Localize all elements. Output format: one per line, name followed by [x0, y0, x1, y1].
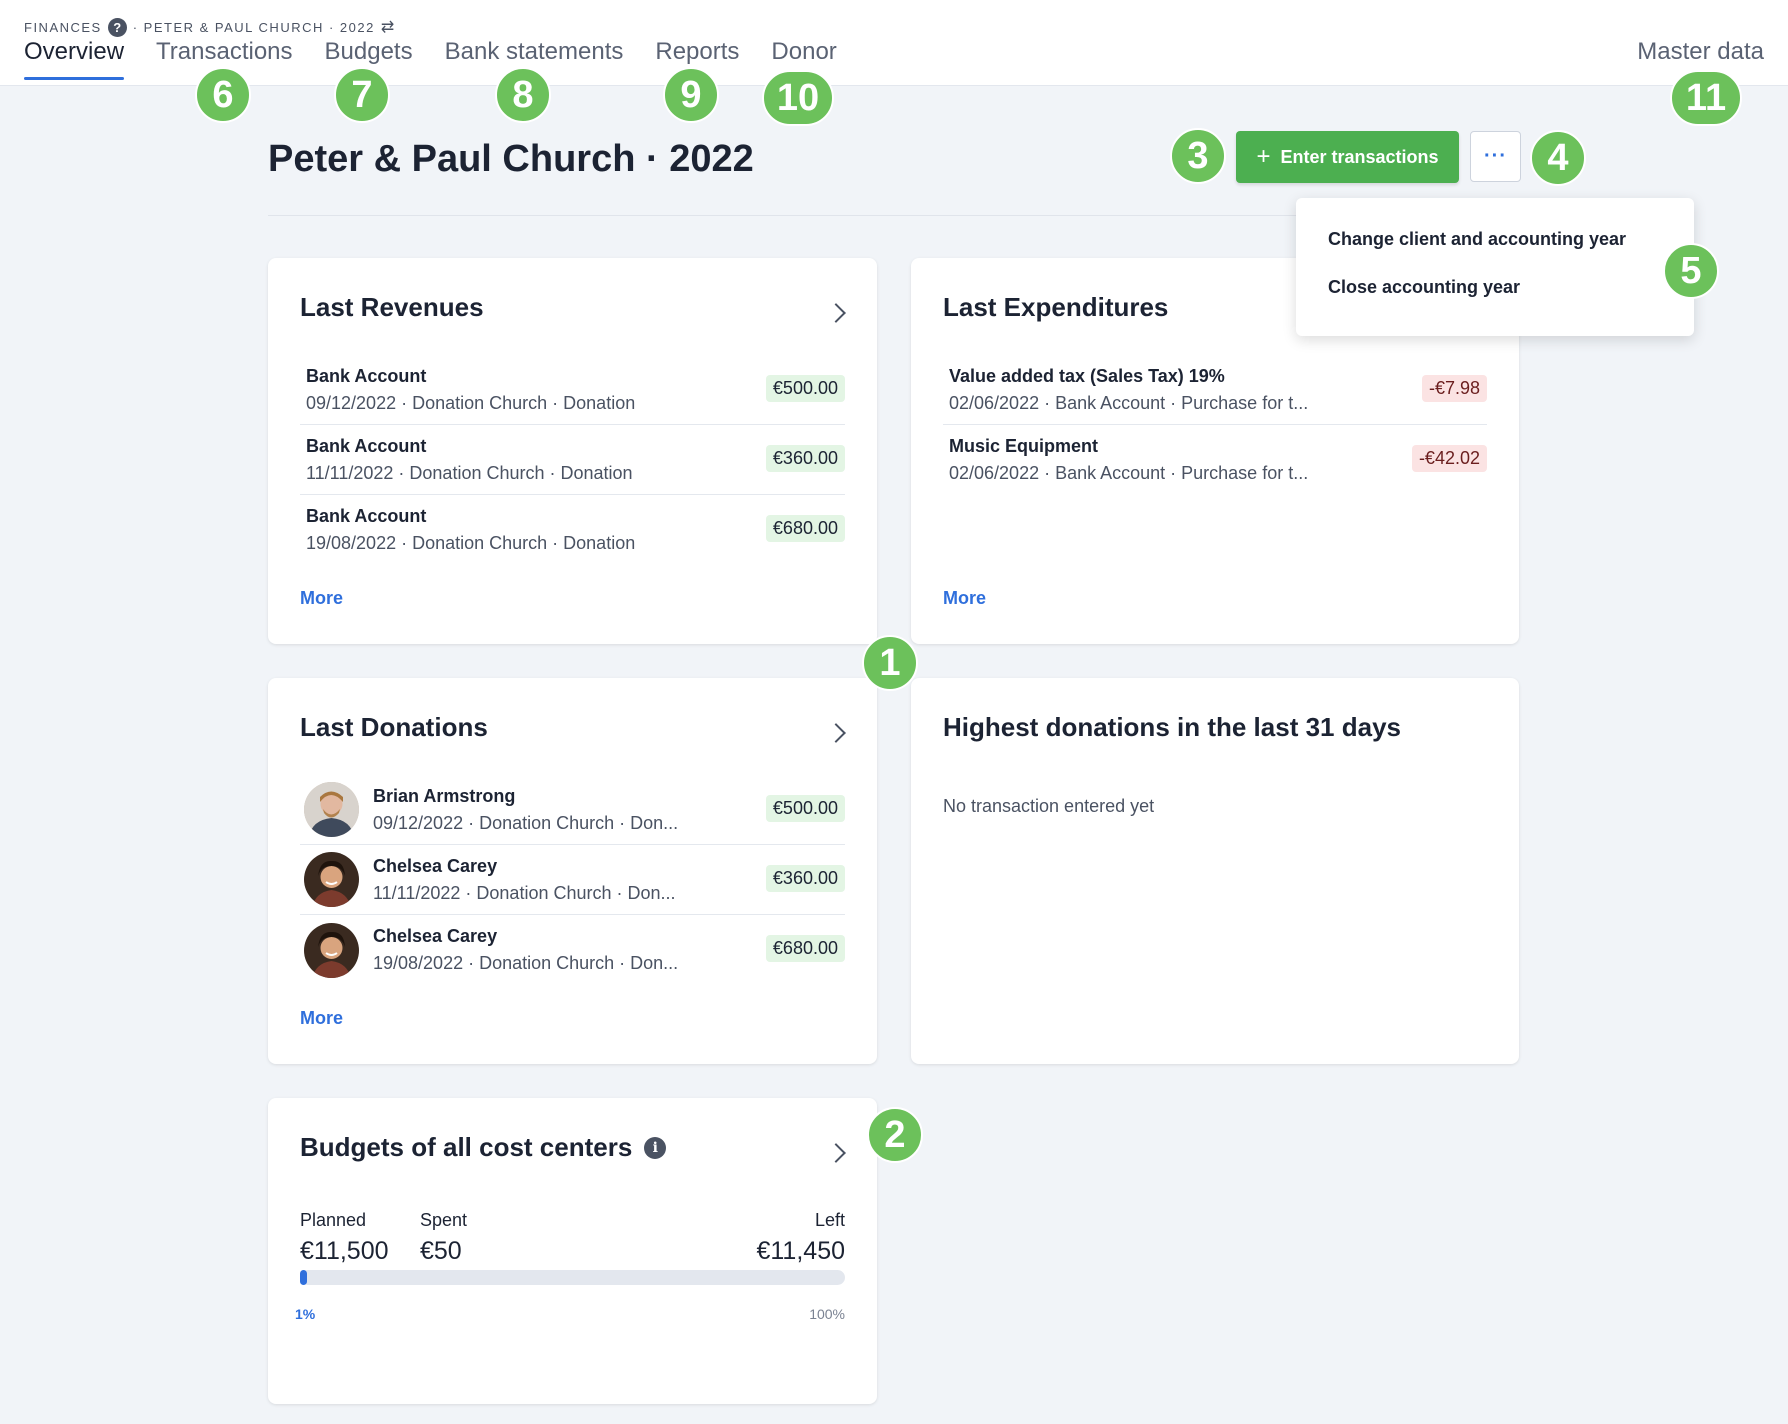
annotation-marker-5: 5 — [1663, 243, 1719, 299]
enter-transactions-label: Enter transactions — [1280, 146, 1439, 167]
row-title: Value added tax (Sales Tax) 19% — [949, 365, 1225, 386]
tab-master-data[interactable]: Master data — [1637, 38, 1764, 66]
row-subtitle: 09/12/2022 · Donation Church · Don... — [373, 812, 679, 833]
row-title: Chelsea Carey — [373, 855, 498, 876]
avatar — [304, 782, 359, 837]
card-title: Last Expenditures — [943, 292, 1169, 322]
more-options-button[interactable]: ··· — [1470, 131, 1521, 182]
row-title: Music Equipment — [949, 436, 1099, 456]
row-title: Chelsea Carey — [373, 926, 498, 946]
more-link[interactable]: More — [300, 1008, 343, 1029]
amount-badge: €680.00 — [765, 515, 845, 542]
amount-badge: €360.00 — [765, 865, 845, 892]
plus-icon: + — [1256, 143, 1271, 170]
row-subtitle: 09/12/2022 · Donation Church · Donation — [306, 392, 636, 413]
budget-progress-fill — [300, 1270, 307, 1285]
amount-badge: €360.00 — [765, 445, 845, 472]
list-item[interactable]: Value added tax (Sales Tax) 19% 02/06/202… — [943, 355, 1487, 425]
annotation-marker-3: 3 — [1170, 128, 1226, 184]
row-subtitle: 19/08/2022 · Donation Church · Donation — [306, 533, 636, 553]
annotation-marker-1: 1 — [862, 635, 918, 691]
left-label: Left — [814, 1210, 845, 1230]
list-item[interactable]: Brian Armstrong 09/12/2022 · Donation Chu… — [300, 775, 845, 845]
card-title: Last Donations — [300, 712, 488, 742]
progress-max: 100% — [809, 1306, 845, 1322]
amount-badge: -€42.02 — [1411, 445, 1487, 472]
annotation-marker-9: 9 — [663, 67, 719, 123]
card-title: Last Revenues — [300, 292, 484, 322]
more-options-menu: Change client and accounting year Close … — [1296, 198, 1694, 336]
breadcrumb-client: · PETER & PAUL CHURCH · 2022 — [132, 19, 375, 35]
page-title: Peter & Paul Church · 2022 — [268, 138, 754, 180]
progress-percent: 1% — [295, 1306, 316, 1322]
left-value: €11,450 — [756, 1237, 845, 1265]
annotation-marker-7: 7 — [334, 67, 390, 123]
swap-icon[interactable]: ⇄ — [381, 17, 394, 37]
list-item[interactable]: Music Equipment 02/06/2022 · Bank Account… — [943, 425, 1487, 495]
top-navigation-bar: FINANCES ? · PETER & PAUL CHURCH · 2022 … — [0, 0, 1788, 86]
highest-donations-card: Highest donations in the last 31 days No… — [911, 678, 1519, 1064]
planned-label: Planned — [300, 1210, 367, 1230]
menu-item-change-client[interactable]: Change client and accounting year — [1296, 220, 1694, 268]
last-donations-card: Last Donations Brian Armstrong 09/12/2022… — [268, 678, 877, 1064]
annotation-marker-8: 8 — [495, 67, 551, 123]
main-tabs: Overview Transactions Budgets Bank state… — [24, 38, 837, 80]
row-title: Bank Account — [306, 365, 427, 386]
last-revenues-card: Last Revenues Bank Account 09/12/2022 · D… — [268, 258, 877, 644]
enter-transactions-button[interactable]: + Enter transactions — [1236, 131, 1459, 183]
row-title: Bank Account — [306, 435, 427, 456]
chevron-right-icon[interactable] — [826, 723, 846, 743]
spent-value: €50 — [420, 1237, 462, 1265]
tab-overview[interactable]: Overview — [24, 38, 125, 80]
list-item[interactable]: Bank Account 19/08/2022 · Donation Church… — [300, 495, 845, 565]
info-icon[interactable]: i — [644, 1136, 667, 1159]
help-icon[interactable]: ? — [107, 17, 127, 37]
card-title: Budgets of all cost centers i — [300, 1132, 667, 1163]
row-subtitle: 11/11/2022 · Donation Church · Don... — [373, 882, 676, 903]
amount-badge: €500.00 — [765, 795, 845, 822]
row-subtitle: 19/08/2022 · Donation Church · Don... — [373, 953, 679, 973]
more-link[interactable]: More — [943, 588, 986, 609]
empty-state-text: No transaction entered yet — [943, 796, 1155, 816]
list-item[interactable]: Bank Account 09/12/2022 · Donation Church… — [300, 355, 845, 425]
avatar — [304, 852, 359, 907]
row-subtitle: 11/11/2022 · Donation Church · Donation — [306, 462, 633, 483]
row-title: Bank Account — [306, 506, 427, 526]
amount-badge: -€7.98 — [1421, 375, 1487, 402]
list-item[interactable]: Chelsea Carey 19/08/2022 · Donation Churc… — [300, 915, 845, 985]
budgets-title: Budgets of all cost centers — [300, 1132, 633, 1162]
annotation-marker-2: 2 — [867, 1107, 923, 1163]
budget-progress-bar — [300, 1270, 845, 1285]
amount-badge: €680.00 — [765, 935, 845, 962]
row-title: Brian Armstrong — [373, 785, 516, 806]
spent-label: Spent — [420, 1210, 468, 1230]
amount-badge: €500.00 — [765, 375, 845, 402]
annotation-marker-4: 4 — [1530, 130, 1586, 186]
annotation-marker-10: 10 — [762, 70, 834, 126]
avatar — [304, 922, 359, 978]
budgets-card: Budgets of all cost centers i Planned €1… — [268, 1098, 877, 1404]
annotation-marker-6: 6 — [195, 67, 251, 123]
list-item[interactable]: Bank Account 11/11/2022 · Donation Church… — [300, 425, 845, 495]
row-subtitle: 02/06/2022 · Bank Account · Purchase for… — [949, 463, 1309, 483]
chevron-right-icon[interactable] — [826, 1143, 846, 1163]
menu-item-close-year[interactable]: Close accounting year — [1296, 268, 1694, 316]
list-item[interactable]: Chelsea Carey 11/11/2022 · Donation Churc… — [300, 845, 845, 915]
more-link[interactable]: More — [300, 588, 343, 609]
breadcrumb: FINANCES ? · PETER & PAUL CHURCH · 2022 … — [24, 17, 394, 37]
annotation-marker-11: 11 — [1670, 70, 1742, 126]
row-subtitle: 02/06/2022 · Bank Account · Purchase for… — [949, 392, 1309, 413]
breadcrumb-section[interactable]: FINANCES — [24, 20, 102, 35]
card-title: Highest donations in the last 31 days — [943, 712, 1401, 742]
chevron-right-icon[interactable] — [826, 303, 846, 323]
planned-value: €11,500 — [300, 1237, 389, 1265]
